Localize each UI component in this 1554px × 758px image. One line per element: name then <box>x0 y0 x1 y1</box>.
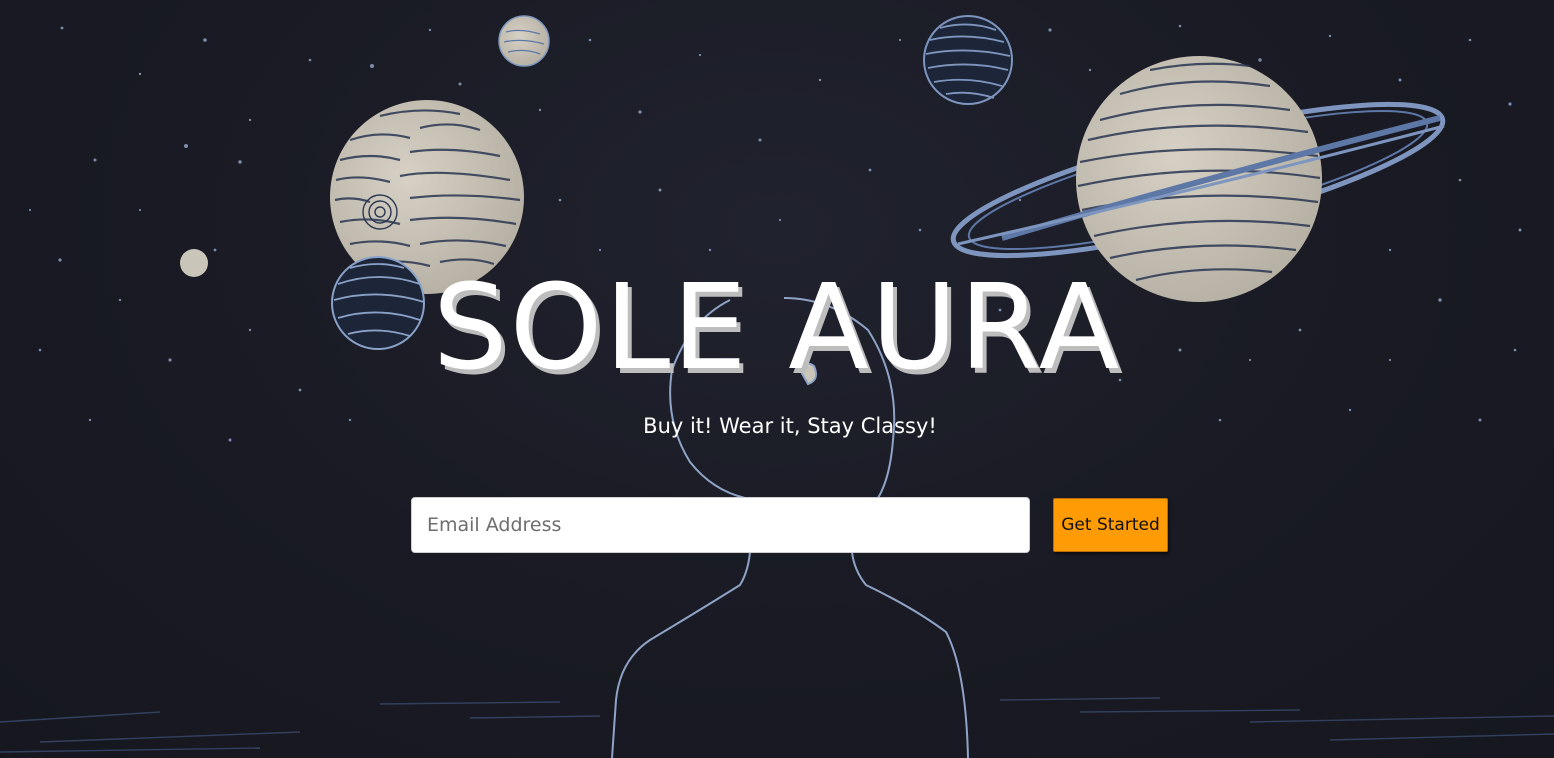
email-input[interactable] <box>411 497 1030 553</box>
signup-form: Get Started <box>411 497 1171 553</box>
blue-striped-planet <box>923 15 1013 105</box>
hero-section: SOLE AURA Buy it! Wear it, Stay Classy! … <box>0 0 1554 758</box>
small-planet-top <box>498 15 550 67</box>
get-started-button[interactable]: Get Started <box>1053 498 1168 552</box>
brand-title: SOLE AURA <box>432 258 1122 396</box>
tagline: Buy it! Wear it, Stay Classy! <box>643 414 937 438</box>
ground-lines <box>0 697 1554 753</box>
